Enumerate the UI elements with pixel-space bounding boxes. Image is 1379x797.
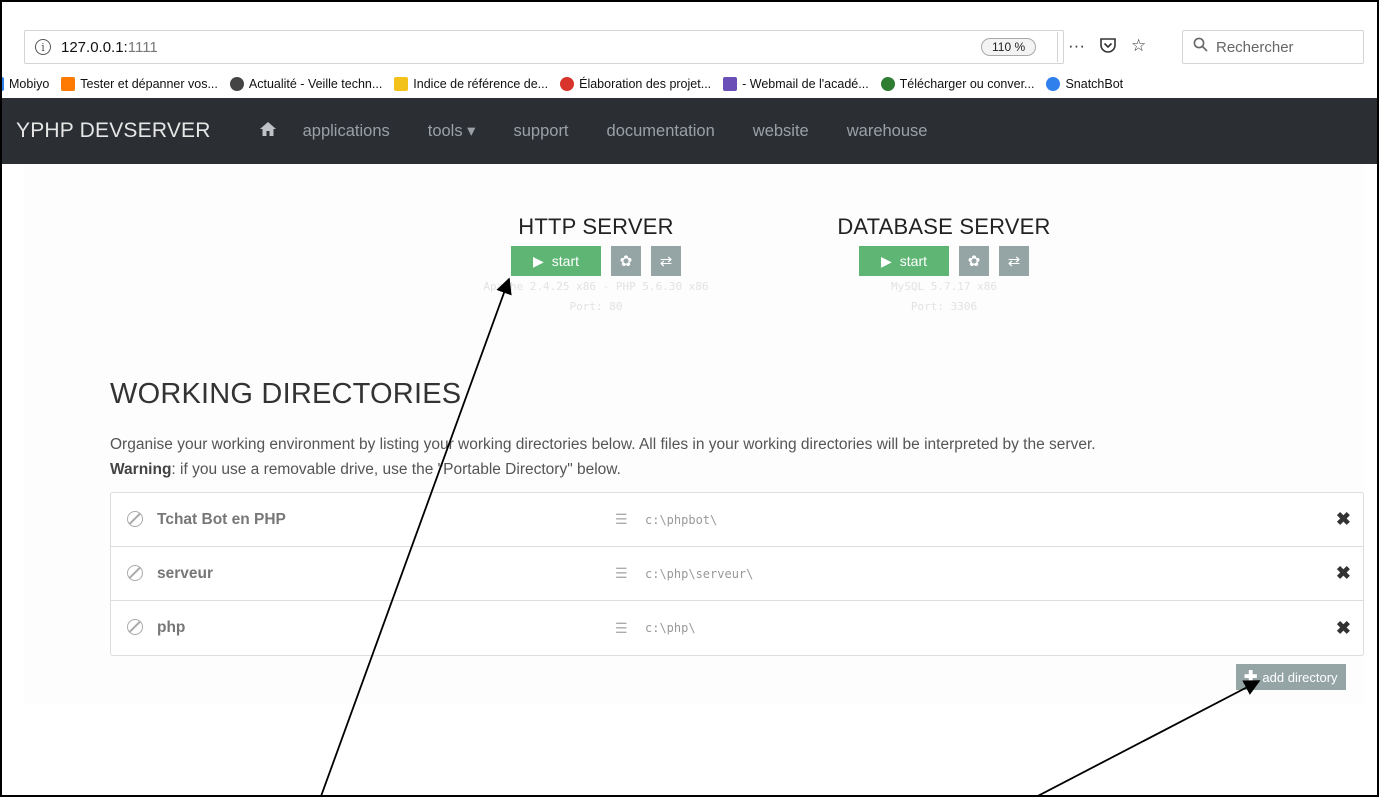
bookmark-item[interactable]: Mobiyo [2, 77, 49, 91]
directory-name: Tchat Bot en PHP [157, 510, 286, 528]
ban-icon[interactable] [127, 565, 143, 581]
http-server-panel: HTTP SERVER ▶ start ✿ ⇄ Apache 2.4.25 x86… [416, 214, 776, 316]
address-bar[interactable]: i 127.0.0.1: 1111 110 % [24, 30, 1064, 64]
list-icon[interactable]: ☰ [615, 565, 628, 582]
description-line: Organise your working environment by lis… [110, 436, 1096, 453]
directory-path: c:\phpbot\ [645, 512, 718, 527]
db-swap-button[interactable]: ⇄ [999, 246, 1029, 276]
plus-icon: ✚ [1244, 669, 1258, 686]
section-title: WORKING DIRECTORIES [110, 378, 462, 410]
play-icon: ▶ [532, 252, 544, 269]
server-controls: ▶ start ✿ ⇄ [764, 246, 1124, 276]
http-swap-button[interactable]: ⇄ [651, 246, 681, 276]
bookmark-item[interactable]: Indice de référence de... [394, 77, 548, 91]
close-icon[interactable]: ✖ [1336, 618, 1351, 639]
info-icon[interactable]: i [35, 39, 51, 55]
list-item[interactable]: php ☰ c:\php\ ✖ [111, 601, 1363, 655]
snatchbot-favicon-icon [1046, 77, 1061, 91]
bookmark-item[interactable]: Tester et dépanner vos... [61, 77, 218, 91]
close-icon[interactable]: ✖ [1336, 509, 1351, 530]
bookmark-item[interactable]: - Webmail de l'acadé... [723, 77, 869, 91]
orange-favicon-icon [61, 77, 76, 91]
java-favicon-icon [723, 77, 738, 91]
nav-website[interactable]: website [753, 122, 809, 141]
server-port: Port: 3306 [910, 300, 978, 313]
warning-text: : if you use a removable drive, use the … [171, 461, 621, 478]
nav-warehouse[interactable]: warehouse [847, 122, 928, 141]
warning-label: Warning [110, 461, 172, 478]
close-icon[interactable]: ✖ [1336, 563, 1351, 584]
bookmark-item[interactable]: Élaboration des projet... [560, 77, 711, 91]
e-favicon-icon [560, 77, 575, 91]
nav-tools[interactable]: tools ▾ [428, 121, 476, 141]
bookmarks-toolbar: Mobiyo Tester et dépanner vos... Actuali… [2, 72, 1377, 96]
home-icon[interactable] [259, 121, 277, 142]
bookmark-favicon-icon [2, 77, 4, 91]
nav-support[interactable]: support [513, 122, 568, 141]
bookmark-item[interactable]: Actualité - Veille techn... [229, 77, 382, 91]
more-actions-icon[interactable]: ··· [1068, 36, 1085, 59]
server-controls: ▶ start ✿ ⇄ [416, 246, 776, 276]
db-settings-button[interactable]: ✿ [959, 246, 989, 276]
server-title: HTTP SERVER [518, 214, 674, 239]
gear-icon: ✿ [619, 253, 633, 270]
nav-documentation[interactable]: documentation [607, 122, 715, 141]
url-port: 1111 [127, 38, 158, 56]
pocket-icon[interactable] [1099, 36, 1117, 59]
directory-path: c:\php\serveur\ [645, 566, 754, 581]
http-settings-button[interactable]: ✿ [611, 246, 641, 276]
search-input[interactable]: Rechercher [1182, 30, 1364, 64]
brand-logo[interactable]: YPHP DEVSERVER [16, 119, 211, 143]
search-placeholder: Rechercher [1216, 38, 1294, 56]
ban-icon[interactable] [127, 619, 143, 635]
server-port: Port: 80 [569, 300, 623, 313]
lp-favicon-icon [394, 77, 409, 91]
warning-line: Warning: if you use a removable drive, u… [110, 457, 1350, 482]
add-directory-button[interactable]: ✚ add directory [1236, 664, 1346, 690]
divider [1057, 32, 1058, 62]
section-description: Organise your working environment by lis… [110, 432, 1350, 482]
server-title: DATABASE SERVER [837, 214, 1051, 239]
browser-window: i 127.0.0.1: 1111 110 % ··· ☆ Rechercher … [0, 0, 1379, 797]
globe-favicon-icon [880, 77, 895, 91]
veille-favicon-icon [229, 77, 244, 91]
directory-name: php [157, 619, 186, 636]
directory-path: c:\php\ [645, 621, 696, 635]
database-server-panel: DATABASE SERVER ▶ start ✿ ⇄ MySQL 5.7.17 … [764, 214, 1124, 316]
list-icon[interactable]: ☰ [615, 511, 628, 528]
gear-icon: ✿ [967, 253, 981, 270]
bookmark-star-icon[interactable]: ☆ [1131, 36, 1146, 59]
zoom-badge[interactable]: 110 % [981, 38, 1037, 56]
server-version: Apache 2.4.25 x86 - PHP 5.6.30 x86 [483, 280, 709, 293]
url-host: 127.0.0.1: [61, 38, 128, 56]
bookmark-item[interactable]: Télécharger ou conver... [880, 77, 1034, 91]
app-navbar: YPHP DEVSERVER applications tools ▾ supp… [2, 98, 1377, 164]
search-icon [1193, 37, 1208, 57]
ban-icon[interactable] [127, 511, 143, 527]
swap-arrows-icon: ⇄ [1007, 253, 1021, 270]
swap-arrows-icon: ⇄ [659, 253, 673, 270]
page-actions: ··· ☆ [1068, 36, 1146, 59]
directory-list: Tchat Bot en PHP ☰ c:\phpbot\ ✖ serveur … [110, 492, 1364, 656]
bookmark-item[interactable]: SnatchBot [1046, 77, 1123, 91]
list-item[interactable]: Tchat Bot en PHP ☰ c:\phpbot\ ✖ [111, 493, 1363, 547]
url-bar-row: i 127.0.0.1: 1111 110 % ··· ☆ Rechercher [24, 30, 1364, 66]
db-start-button[interactable]: ▶ start [859, 246, 949, 276]
list-item[interactable]: serveur ☰ c:\php\serveur\ ✖ [111, 547, 1363, 601]
list-icon[interactable]: ☰ [615, 620, 628, 637]
play-icon: ▶ [880, 252, 892, 269]
http-start-button[interactable]: ▶ start [511, 246, 601, 276]
nav-applications[interactable]: applications [303, 122, 390, 141]
directory-name: serveur [157, 564, 214, 582]
server-version: MySQL 5.7.17 x86 [891, 280, 997, 293]
